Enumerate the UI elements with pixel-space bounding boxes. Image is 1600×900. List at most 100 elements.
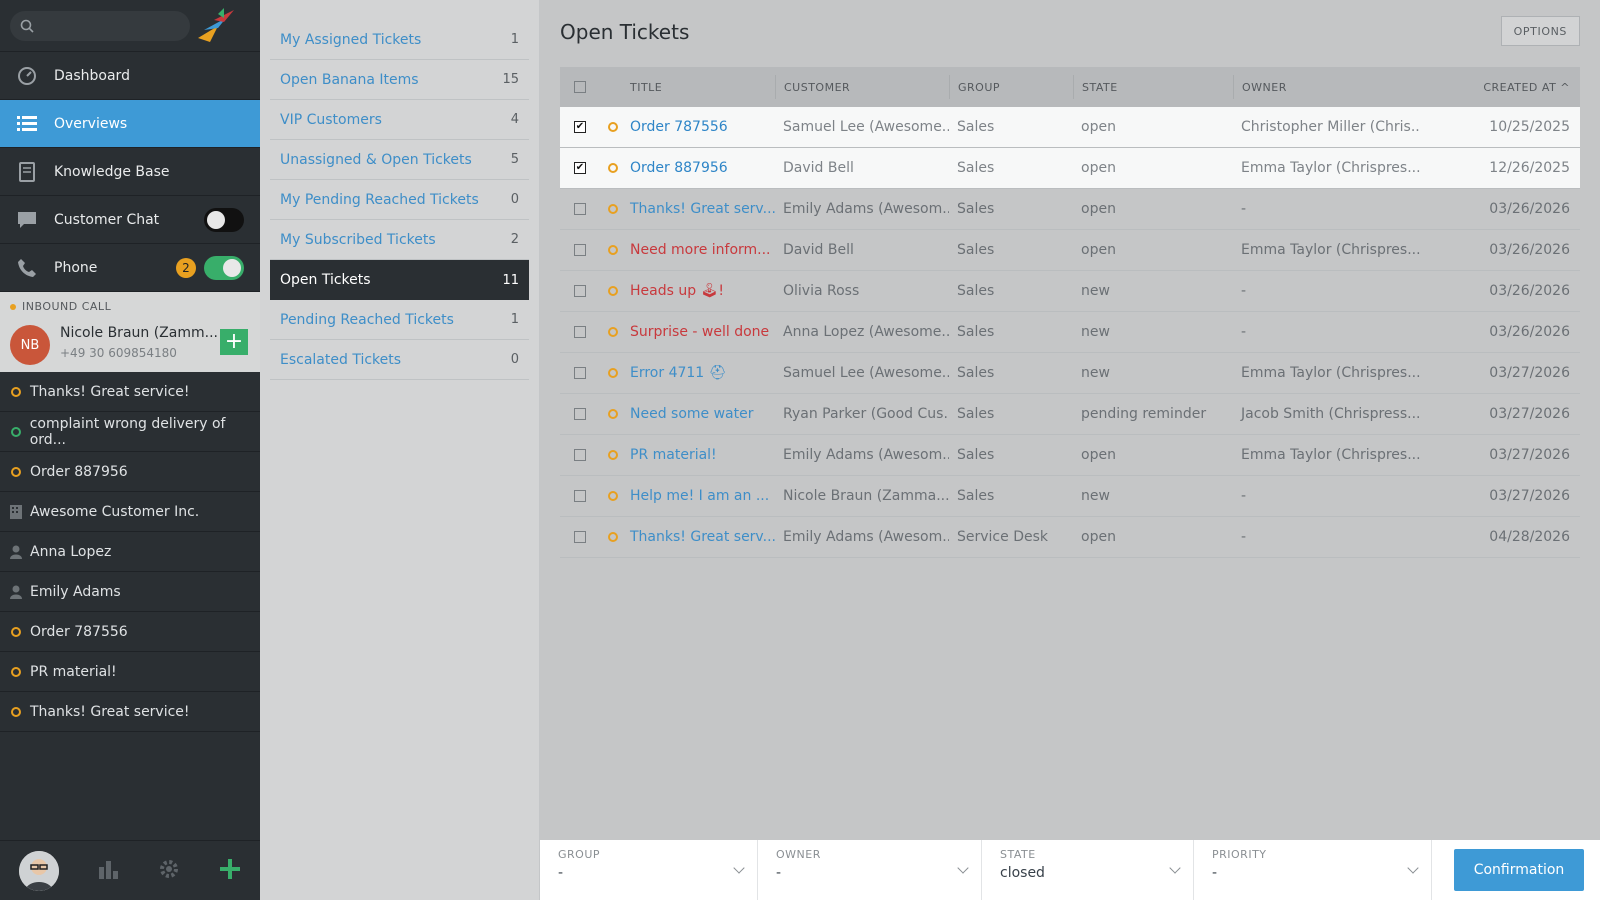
ticket-customer[interactable]: Ryan Parker (Good Cus...: [775, 406, 949, 422]
phone-toggle[interactable]: [204, 255, 244, 280]
column-header-state[interactable]: STATE: [1073, 75, 1233, 99]
customer-chat-toggle[interactable]: [204, 207, 244, 232]
row-checkbox[interactable]: [574, 326, 586, 338]
row-checkbox-cell[interactable]: ✔: [560, 121, 600, 133]
overview-item[interactable]: My Assigned Tickets 1: [270, 20, 529, 60]
ticket-owner[interactable]: -: [1233, 201, 1420, 217]
row-checkbox-cell[interactable]: [560, 326, 600, 338]
select-all-checkbox[interactable]: [574, 81, 586, 93]
ticket-customer[interactable]: Olivia Ross: [775, 283, 949, 299]
row-checkbox[interactable]: [574, 285, 586, 297]
ticket-customer[interactable]: Emily Adams (Awesom...: [775, 201, 949, 217]
settings-gear-icon[interactable]: [158, 858, 180, 884]
ticket-owner[interactable]: Emma Taylor (Chrispres...: [1233, 160, 1420, 176]
overview-item[interactable]: Pending Reached Tickets 1: [270, 300, 529, 340]
ticket-owner[interactable]: Christopher Miller (Chris...: [1233, 119, 1420, 135]
recent-item[interactable]: Thanks! Great service!: [0, 692, 260, 732]
zammad-logo[interactable]: [196, 7, 236, 44]
table-row[interactable]: ✔ Order 887956 David Bell Sales open Emma Tay…: [560, 148, 1580, 189]
ticket-owner[interactable]: -: [1233, 488, 1420, 504]
ticket-title-link[interactable]: Surprise - well done: [630, 324, 769, 340]
table-row[interactable]: PR material! Emily Adams (Awesom... Sales o…: [560, 435, 1580, 476]
ticket-customer[interactable]: Nicole Braun (Zamma...: [775, 488, 949, 504]
reports-icon[interactable]: [98, 859, 120, 883]
row-checkbox-cell[interactable]: [560, 490, 600, 502]
bulk-group-select[interactable]: GROUP -: [540, 840, 758, 900]
nav-item-phone[interactable]: Phone 2: [0, 244, 260, 292]
ticket-owner[interactable]: -: [1233, 324, 1420, 340]
ticket-title-link[interactable]: Order 887956: [630, 160, 728, 176]
ticket-customer[interactable]: Emily Adams (Awesom...: [775, 529, 949, 545]
table-row[interactable]: Need some water Ryan Parker (Good Cus... S…: [560, 394, 1580, 435]
table-row[interactable]: Error 4711 ⛑ Samuel Lee (Awesome... Sales n…: [560, 353, 1580, 394]
bulk-owner-select[interactable]: OWNER -: [758, 840, 982, 900]
global-search-input[interactable]: [10, 10, 190, 41]
column-header-owner[interactable]: OWNER: [1233, 75, 1420, 99]
overview-item[interactable]: My Pending Reached Tickets 0: [270, 180, 529, 220]
table-row[interactable]: Heads up 🕹! Olivia Ross Sales new - 03/26/202…: [560, 271, 1580, 312]
row-checkbox[interactable]: [574, 367, 586, 379]
table-row[interactable]: Need more inform... David Bell Sales open Em…: [560, 230, 1580, 271]
row-checkbox[interactable]: [574, 531, 586, 543]
create-new-plus-icon[interactable]: [219, 858, 241, 884]
ticket-owner[interactable]: Emma Taylor (Chrispres...: [1233, 242, 1420, 258]
ticket-title-link[interactable]: Help me! I am an ...: [630, 488, 769, 504]
recent-item[interactable]: Thanks! Great service!: [0, 372, 260, 412]
recent-item[interactable]: Order 887956: [0, 452, 260, 492]
ticket-customer[interactable]: Samuel Lee (Awesome...: [775, 365, 949, 381]
recent-item[interactable]: PR material!: [0, 652, 260, 692]
inbound-call-card[interactable]: INBOUND CALL NB Nicole Braun (Zamm... +4…: [0, 292, 260, 372]
ticket-owner[interactable]: -: [1233, 529, 1420, 545]
column-header-created-at[interactable]: CREATED AT ^: [1420, 81, 1580, 94]
user-avatar[interactable]: [19, 850, 60, 891]
ticket-title-link[interactable]: PR material!: [630, 447, 717, 463]
overview-item[interactable]: VIP Customers 4: [270, 100, 529, 140]
overview-item[interactable]: Unassigned & Open Tickets 5: [270, 140, 529, 180]
confirmation-button[interactable]: Confirmation: [1454, 849, 1584, 891]
add-caller-button[interactable]: +: [220, 329, 248, 355]
table-row[interactable]: Surprise - well done Anna Lopez (Awesome.…: [560, 312, 1580, 353]
nav-item-customer-chat[interactable]: Customer Chat: [0, 196, 260, 244]
select-all-checkbox-cell[interactable]: [560, 81, 600, 93]
column-header-customer[interactable]: CUSTOMER: [775, 75, 949, 99]
ticket-customer[interactable]: David Bell: [775, 160, 949, 176]
ticket-customer[interactable]: Emily Adams (Awesom...: [775, 447, 949, 463]
ticket-owner[interactable]: Jacob Smith (Chrispress...: [1233, 406, 1420, 422]
ticket-owner[interactable]: Emma Taylor (Chrispres...: [1233, 365, 1420, 381]
ticket-customer[interactable]: Anna Lopez (Awesome...: [775, 324, 949, 340]
recent-item[interactable]: Emily Adams: [0, 572, 260, 612]
table-row[interactable]: Help me! I am an ... Nicole Braun (Zamma.…: [560, 476, 1580, 517]
ticket-owner[interactable]: Emma Taylor (Chrispres...: [1233, 447, 1420, 463]
column-header-group[interactable]: GROUP: [949, 75, 1073, 99]
recent-item[interactable]: complaint wrong delivery of ord...: [0, 412, 260, 452]
overview-item[interactable]: Open Banana Items 15: [270, 60, 529, 100]
ticket-title-link[interactable]: Order 787556: [630, 119, 728, 135]
ticket-owner[interactable]: -: [1233, 283, 1420, 299]
options-button[interactable]: OPTIONS: [1500, 16, 1580, 46]
row-checkbox-cell[interactable]: [560, 244, 600, 256]
row-checkbox[interactable]: [574, 244, 586, 256]
row-checkbox[interactable]: [574, 408, 586, 420]
overview-item[interactable]: Escalated Tickets 0: [270, 340, 529, 380]
recent-item[interactable]: Awesome Customer Inc.: [0, 492, 260, 532]
nav-item-dashboard[interactable]: Dashboard: [0, 52, 260, 100]
nav-item-overviews[interactable]: Overviews: [0, 100, 260, 148]
ticket-title-link[interactable]: Need more inform...: [630, 242, 771, 258]
overview-item[interactable]: My Subscribed Tickets 2: [270, 220, 529, 260]
column-header-title[interactable]: TITLE: [626, 75, 775, 99]
bulk-state-select[interactable]: STATE closed: [982, 840, 1194, 900]
ticket-title-link[interactable]: Error 4711 ⛑: [630, 365, 726, 381]
ticket-title-link[interactable]: Thanks! Great serv...: [630, 201, 775, 217]
ticket-title-link[interactable]: Thanks! Great serv...: [630, 529, 775, 545]
row-checkbox[interactable]: ✔: [574, 162, 586, 174]
row-checkbox-cell[interactable]: [560, 408, 600, 420]
ticket-customer[interactable]: Samuel Lee (Awesome...: [775, 119, 949, 135]
ticket-customer[interactable]: David Bell: [775, 242, 949, 258]
recent-item[interactable]: Order 787556: [0, 612, 260, 652]
row-checkbox-cell[interactable]: [560, 449, 600, 461]
row-checkbox-cell[interactable]: ✔: [560, 162, 600, 174]
table-row[interactable]: Thanks! Great serv... Emily Adams (Awesom…: [560, 189, 1580, 230]
overview-item[interactable]: Open Tickets 11: [270, 260, 529, 300]
row-checkbox-cell[interactable]: [560, 203, 600, 215]
row-checkbox-cell[interactable]: [560, 531, 600, 543]
